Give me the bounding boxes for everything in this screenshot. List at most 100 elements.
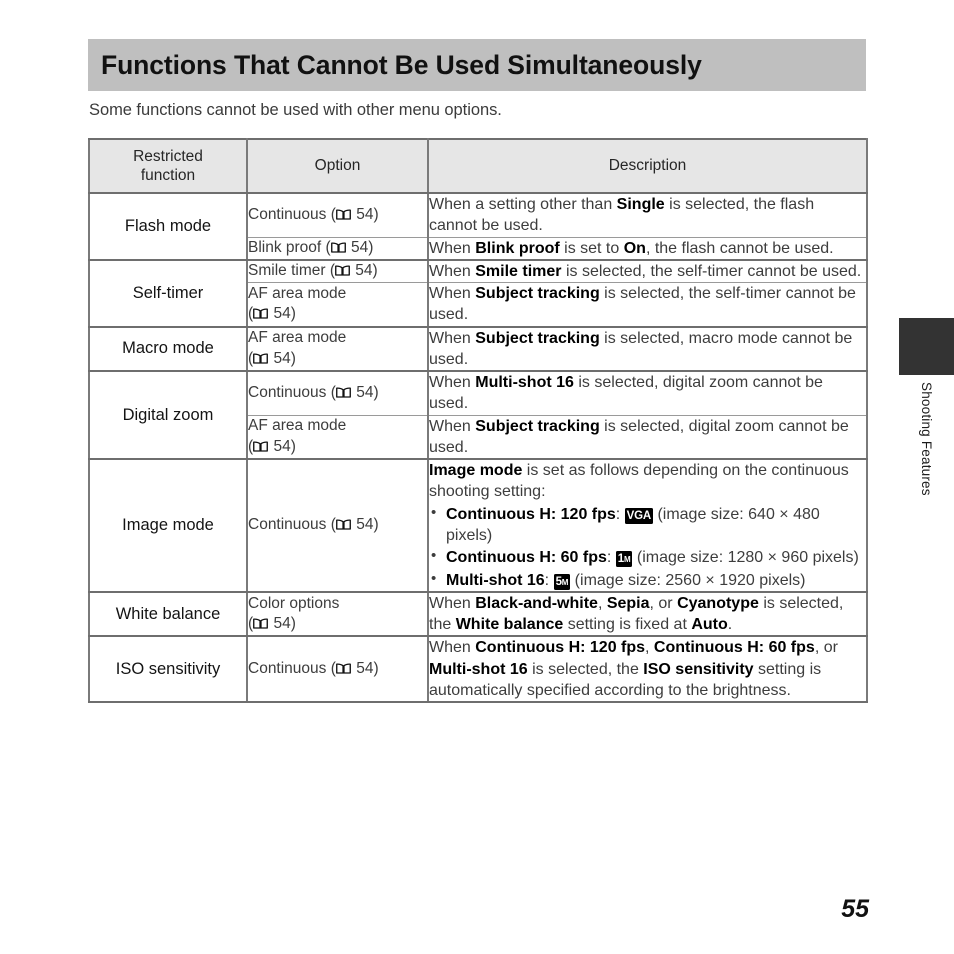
description-cell: When Black-and-white, Sepia, or Cyanotyp… [428,591,868,638]
column-header-line2: function [140,167,196,184]
table-row: Flash mode Continuous ( 54) When a setting… [88,193,868,261]
book-page-reference-icon [335,519,351,530]
emphasized-term: ISO sensitivity [643,660,754,678]
option-cell: Smile timer ( 54) [247,259,429,284]
option-page-reference: ( 54) [248,305,296,323]
restricted-function-label: Flash mode [124,216,212,235]
emphasized-term: Blink proof [475,239,560,257]
chapter-tab-label-container: Shooting Features [899,382,954,582]
emphasized-term: Multi-shot 16 [429,660,528,678]
description-intro: Image mode is set as follows depending o… [429,462,849,501]
description-cell: When Subject tracking is selected, digit… [428,415,868,461]
option-label: Continuous ( 54) [248,516,379,534]
restricted-function-cell: Self-timer [88,259,248,328]
list-item: Continuous H: 60 fps: 1M (image size: 12… [431,546,866,568]
option-cell: AF area mode ( 54) [247,326,429,373]
book-page-reference-icon [330,242,346,253]
table-header: Restricted function Option Description [88,138,868,194]
restricted-function-label: ISO sensitivity [115,659,221,678]
description-cell: When Continuous H: 120 fps, Continuous H… [428,636,868,704]
image-mode-bullet-list: Continuous H: 120 fps: VGA (image size: … [429,503,866,591]
option-cell: Color options ( 54) [247,591,429,638]
image-mode-badge-icon: 5M [553,573,571,590]
description-cell: Image mode is set as follows depending o… [428,459,868,593]
option-label: AF area mode [248,284,347,302]
restricted-function-label: Digital zoom [122,405,214,424]
bullet-label: Continuous H: 120 fps [446,505,616,523]
emphasized-term: Continuous H: 120 fps [475,639,646,657]
page-title-bar: Functions That Cannot Be Used Simultaneo… [88,39,866,91]
book-page-reference-icon [335,387,351,398]
list-item: Continuous H: 120 fps: VGA (image size: … [431,503,866,547]
restrictions-table: Restricted function Option Description F… [88,138,868,704]
column-header-description: Description [427,138,868,194]
column-header-restricted-function: Restricted function [88,138,248,194]
option-label: Smile timer ( 54) [248,262,378,280]
option-cell: AF area mode ( 54) [247,415,429,461]
option-page-reference: ( 54) [248,437,296,455]
book-page-reference-icon [253,441,269,452]
restrictions-table-container: Restricted function Option Description F… [88,138,868,704]
list-item: Multi-shot 16: 5M (image size: 2560 × 19… [431,569,866,591]
option-cell: AF area mode ( 54) [247,282,429,328]
book-page-reference-icon [253,618,269,629]
description-cell: When Smile timer is selected, the self-t… [428,259,868,284]
page-number: 55 [841,895,869,923]
option-cell: Continuous ( 54) [247,193,429,238]
restricted-function-cell: Image mode [88,459,248,593]
intro-paragraph: Some functions cannot be used with other… [89,101,502,119]
table-row: Image mode Continuous ( 54) Image mode is … [88,459,868,593]
description-cell: When Subject tracking is selected, the s… [428,282,868,328]
description-cell: When Subject tracking is selected, macro… [428,326,868,373]
option-label: Continuous ( 54) [248,384,379,402]
restricted-function-cell: Digital zoom [88,371,248,461]
image-mode-badge-icon: VGA [624,507,653,524]
image-mode-badge-icon: 1M [615,551,633,568]
option-label: AF area mode [248,329,347,347]
option-label: AF area mode [248,417,347,435]
page-title: Functions That Cannot Be Used Simultaneo… [101,49,702,80]
emphasized-term: White balance [455,616,564,634]
table-row: ISO sensitivity Continuous ( 54) When Cont… [88,636,868,704]
emphasized-term: Black-and-white [475,594,598,612]
emphasized-term: Subject tracking [475,285,600,303]
book-page-reference-icon [335,663,351,674]
option-label: Continuous ( 54) [248,659,379,677]
emphasized-term: Single [616,196,665,213]
emphasized-term: Subject tracking [475,417,600,435]
restricted-function-label: White balance [115,604,221,623]
emphasized-term: Multi-shot 16 [475,374,574,392]
option-label: Color options [248,594,340,612]
emphasized-term: Image mode [429,462,523,480]
emphasized-term: Auto [691,616,728,634]
restricted-function-cell: White balance [88,591,248,638]
option-page-reference: ( 54) [248,615,296,633]
option-label: Continuous ( 54) [248,206,379,224]
column-header-option: Option [246,138,429,194]
table-row: White balance Color options ( 54) When Blac… [88,591,868,638]
bullet-label: Multi-shot 16 [446,571,545,589]
book-page-reference-icon [253,353,269,364]
column-header-line1: Restricted [133,147,203,165]
bullet-label: Continuous H: 60 fps [446,549,607,567]
chapter-tab-label: Shooting Features [919,382,934,496]
book-page-reference-icon [253,308,269,320]
restricted-function-cell: ISO sensitivity [88,636,248,704]
restricted-function-label: Image mode [122,515,214,534]
option-label: Blink proof ( 54) [248,238,374,256]
option-page-reference: ( 54) [248,349,296,367]
emphasized-term: Sepia [606,594,650,612]
table-row: Macro mode AF area mode ( 54) When Subject … [88,326,868,373]
option-cell: Continuous ( 54) [247,371,429,416]
option-cell: Continuous ( 54) [247,459,429,593]
table-row: Digital zoom Continuous ( 54) When Multi-s… [88,371,868,461]
emphasized-term: Continuous H: 60 fps [653,639,815,657]
table-row: Self-timer Smile timer ( 54) When Smile ti… [88,259,868,328]
book-page-reference-icon [335,209,351,220]
restricted-function-cell: Flash mode [88,193,248,261]
description-cell: When a setting other than Single is sele… [428,193,868,238]
emphasized-term: On [623,239,646,257]
restricted-function-cell: Macro mode [88,326,248,373]
description-cell: When Blink proof is set to On, the flash… [428,237,868,261]
description-cell: When Multi-shot 16 is selected, digital … [428,371,868,416]
